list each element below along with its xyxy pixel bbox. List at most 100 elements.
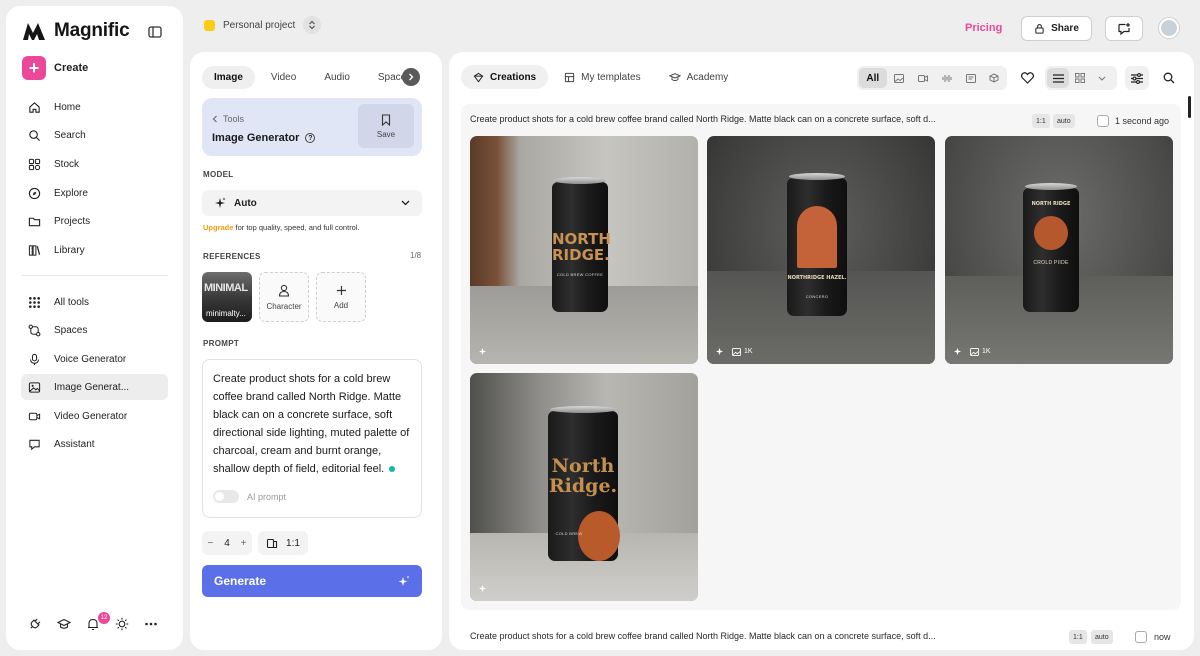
theme-sun-icon[interactable] xyxy=(115,617,129,631)
sparkle-icon xyxy=(478,347,487,356)
collapse-sidebar-icon[interactable] xyxy=(146,23,164,41)
breadcrumb-label: Tools xyxy=(223,114,245,124)
add-reference-button[interactable]: Add xyxy=(316,272,366,322)
timestamp: 1 second ago xyxy=(1115,116,1170,126)
tab-audio[interactable]: Audio xyxy=(312,66,362,89)
ratio-badge: 1:1 xyxy=(1032,114,1050,128)
upgrade-link[interactable]: Upgrade xyxy=(203,223,233,232)
chevron-right-icon[interactable] xyxy=(402,68,420,86)
plus-icon xyxy=(336,285,346,295)
generation-prompt[interactable]: Create product shots for a cold brew cof… xyxy=(470,114,990,124)
academy-cap-icon[interactable] xyxy=(57,617,71,631)
model-select[interactable]: Auto xyxy=(202,190,422,216)
sidebar-item-explore[interactable]: Explore xyxy=(21,180,168,206)
sidebar-item-search[interactable]: Search xyxy=(21,122,168,148)
character-reference-button[interactable]: Character xyxy=(259,272,309,322)
select-checkbox[interactable] xyxy=(1135,631,1147,643)
list-view-icon[interactable] xyxy=(1047,68,1069,88)
generated-image[interactable]: NORTH RIDGE CROLD PIIDE 1K xyxy=(945,136,1173,364)
filter-all[interactable]: All xyxy=(859,68,887,88)
search-icon[interactable] xyxy=(1157,66,1181,90)
tab-my-templates[interactable]: My templates xyxy=(552,65,652,89)
tool-title-text: Image Generator xyxy=(212,132,300,144)
decrement-button[interactable]: − xyxy=(207,538,213,549)
sidebar-item-label: Projects xyxy=(54,215,91,227)
plugin-icon[interactable] xyxy=(28,617,42,631)
sidebar-item-voice-generator[interactable]: Voice Generator xyxy=(21,346,168,372)
prompt-text-wrap: Create product shots for a cold brew cof… xyxy=(213,370,413,478)
generate-label: Generate xyxy=(214,574,267,588)
filter-audio-icon[interactable] xyxy=(936,68,958,88)
model-value: Auto xyxy=(234,197,257,209)
sidebar-item-projects[interactable]: Projects xyxy=(21,208,168,234)
app-logo[interactable]: Magnific xyxy=(22,20,130,42)
references-section-label: REFERENCES xyxy=(203,252,261,261)
upgrade-hint: Upgrade for top quality, speed, and full… xyxy=(203,223,360,232)
increment-button[interactable]: + xyxy=(241,538,247,549)
breadcrumb[interactable]: Tools xyxy=(212,114,244,124)
filter-document-icon[interactable] xyxy=(960,68,982,88)
can-subtext: COLD BREW COFFEE xyxy=(556,272,604,277)
aspect-ratio-value: 1:1 xyxy=(286,537,300,549)
academy-icon xyxy=(668,72,681,81)
tab-academy[interactable]: Academy xyxy=(657,65,741,89)
generated-image[interactable]: NORTHRIDGE HAZEL. CONCERO 1K xyxy=(707,136,935,364)
tab-image[interactable]: Image xyxy=(202,66,255,89)
generate-button[interactable]: Generate xyxy=(202,565,422,597)
generation-prompt[interactable]: Create product shots for a cold brew cof… xyxy=(470,631,936,641)
filter-3d-icon[interactable] xyxy=(983,68,1005,88)
prompt-section-label: PROMPT xyxy=(203,339,240,348)
avatar[interactable] xyxy=(1159,18,1179,38)
sidebar-item-label: Stock xyxy=(54,158,80,170)
share-button[interactable]: Share xyxy=(1021,16,1092,41)
sidebar-item-all-tools[interactable]: All tools xyxy=(21,289,168,315)
video-icon xyxy=(28,412,41,420)
aspect-ratio-select[interactable]: 1:1 xyxy=(258,531,308,555)
project-selector[interactable]: Personal project xyxy=(204,16,322,34)
product-can: NORTH RIDGE. COLD BREW COFFEE xyxy=(552,177,611,312)
scrollbar[interactable] xyxy=(1188,96,1191,118)
add-chat-icon xyxy=(1118,22,1130,35)
compass-icon xyxy=(28,187,41,199)
filter-image-icon[interactable] xyxy=(889,68,911,88)
grid-view-icon[interactable] xyxy=(1069,68,1091,88)
tab-video[interactable]: Video xyxy=(259,66,308,89)
ai-prompt-toggle[interactable]: AI prompt xyxy=(213,490,286,503)
create-button[interactable]: + Create xyxy=(22,56,88,80)
can-subtext: COLD BREW xyxy=(555,531,583,536)
select-checkbox[interactable] xyxy=(1097,115,1109,127)
resolution-badge: 1K xyxy=(732,347,753,356)
tab-creations[interactable]: Creations xyxy=(461,65,549,89)
chevron-down-icon xyxy=(401,200,410,206)
chevron-down-icon[interactable] xyxy=(1091,68,1113,88)
lock-icon xyxy=(1035,24,1044,34)
chevron-left-icon xyxy=(212,115,217,123)
tab-label: My templates xyxy=(581,71,641,83)
sidebar-item-video-generator[interactable]: Video Generator xyxy=(21,403,168,429)
sidebar-item-spaces[interactable]: Spaces xyxy=(21,317,168,343)
favorites-heart-icon[interactable] xyxy=(1015,66,1039,90)
help-icon[interactable]: ? xyxy=(305,133,316,143)
sidebar-item-image-generator[interactable]: Image Generat... xyxy=(21,374,168,400)
templates-icon xyxy=(564,72,575,82)
image-overlay: 1K xyxy=(715,347,753,356)
prompt-input[interactable]: Create product shots for a cold brew cof… xyxy=(202,359,422,518)
grid-icon xyxy=(29,296,40,308)
filter-video-icon[interactable] xyxy=(912,68,934,88)
reference-image[interactable]: MINIMAL minimalty... xyxy=(202,272,252,322)
sidebar-item-library[interactable]: Library xyxy=(21,237,168,263)
sidebar-item-stock[interactable]: Stock xyxy=(21,151,168,177)
pricing-link[interactable]: Pricing xyxy=(965,22,1002,34)
new-chat-button[interactable] xyxy=(1105,16,1143,41)
product-can: NORTH RIDGE CROLD PIIDE xyxy=(1023,183,1079,312)
tab-label: Academy xyxy=(686,71,729,83)
sidebar-item-home[interactable]: Home xyxy=(21,94,168,120)
save-button[interactable]: Save xyxy=(358,104,414,148)
settings-sliders-icon[interactable] xyxy=(1125,66,1149,90)
more-icon[interactable] xyxy=(144,617,158,631)
toggle-switch[interactable] xyxy=(213,490,239,503)
generated-image[interactable]: North Ridge. COLD BREW xyxy=(470,373,698,601)
sidebar-item-assistant[interactable]: Assistant xyxy=(21,431,168,457)
generated-image[interactable]: NORTH RIDGE. COLD BREW COFFEE xyxy=(470,136,698,364)
sparkle-icon xyxy=(953,347,962,356)
